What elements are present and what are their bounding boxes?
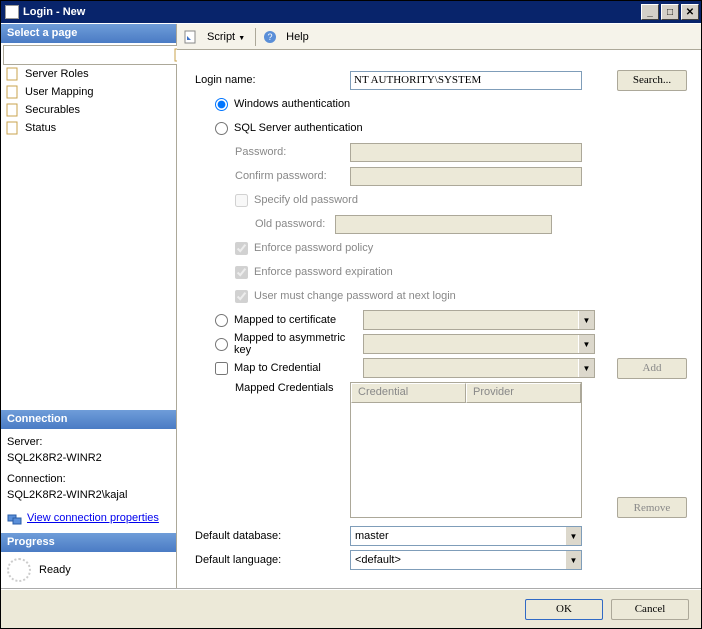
minimize-button[interactable]: _ bbox=[641, 4, 659, 20]
window-title: Login - New bbox=[23, 6, 85, 18]
login-new-window: Login - New _ □ ✕ Select a page General … bbox=[0, 0, 702, 629]
sql-auth-radio[interactable] bbox=[215, 122, 228, 135]
remove-button: Remove bbox=[617, 497, 687, 518]
windows-auth-label: Windows authentication bbox=[234, 98, 350, 110]
progress-spinner-icon bbox=[7, 558, 31, 582]
mapped-creds-label: Mapped Credentials bbox=[195, 382, 350, 394]
script-button[interactable]: Script ▼ bbox=[203, 29, 249, 45]
page-icon bbox=[5, 102, 21, 118]
connection-icon bbox=[7, 511, 23, 527]
page-icon bbox=[5, 120, 21, 136]
maximize-button[interactable]: □ bbox=[661, 4, 679, 20]
dropdown-arrow-icon: ▼ bbox=[565, 551, 581, 569]
select-page-header: Select a page bbox=[1, 24, 176, 43]
close-button[interactable]: ✕ bbox=[681, 4, 699, 20]
dropdown-arrow-icon: ▼ bbox=[578, 335, 594, 353]
specify-old-label: Specify old password bbox=[254, 194, 358, 206]
ok-button[interactable]: OK bbox=[525, 599, 603, 620]
mapped-cert-radio[interactable] bbox=[215, 314, 228, 327]
credential-column: Credential bbox=[351, 383, 466, 403]
must-change-label: User must change password at next login bbox=[254, 290, 456, 302]
enforce-policy-checkbox bbox=[235, 242, 248, 255]
svg-text:?: ? bbox=[268, 32, 273, 42]
enforce-policy-label: Enforce password policy bbox=[254, 242, 373, 254]
connection-header: Connection bbox=[1, 410, 176, 429]
titlebar[interactable]: Login - New _ □ ✕ bbox=[1, 1, 701, 23]
cert-select: ▼ bbox=[363, 310, 595, 330]
dropdown-arrow-icon: ▼ bbox=[238, 35, 245, 42]
page-icon bbox=[5, 84, 21, 100]
map-cred-label: Map to Credential bbox=[234, 362, 363, 374]
mapped-credentials-grid: CredentialProvider bbox=[350, 382, 582, 518]
progress-status: Ready bbox=[39, 564, 71, 576]
login-name-label: Login name: bbox=[195, 74, 350, 86]
mapped-asym-label: Mapped to asymmetric key bbox=[234, 332, 363, 356]
help-button[interactable]: Help bbox=[282, 29, 313, 45]
connection-label: Connection: bbox=[7, 472, 170, 487]
password-label: Password: bbox=[195, 146, 350, 158]
progress-header: Progress bbox=[1, 533, 176, 552]
default-db-select[interactable]: master▼ bbox=[350, 526, 582, 546]
help-icon: ? bbox=[262, 29, 278, 45]
sidebar-item-user-mapping[interactable]: User Mapping bbox=[3, 83, 174, 101]
sidebar: Select a page General Server Roles User … bbox=[1, 24, 177, 588]
search-button[interactable]: Search... bbox=[617, 70, 687, 91]
dropdown-arrow-icon: ▼ bbox=[578, 359, 594, 377]
view-connection-properties-link[interactable]: View connection properties bbox=[27, 511, 159, 526]
windows-auth-radio[interactable] bbox=[215, 98, 228, 111]
enforce-expiration-label: Enforce password expiration bbox=[254, 266, 393, 278]
script-icon bbox=[183, 29, 199, 45]
confirm-password-input bbox=[350, 167, 582, 186]
default-lang-label: Default language: bbox=[195, 554, 350, 566]
mapped-cert-label: Mapped to certificate bbox=[234, 314, 363, 326]
enforce-expiration-checkbox bbox=[235, 266, 248, 279]
map-cred-checkbox[interactable] bbox=[215, 362, 228, 375]
add-button: Add bbox=[617, 358, 687, 379]
old-password-input bbox=[335, 215, 552, 234]
dialog-buttons: OK Cancel bbox=[1, 588, 701, 628]
password-input bbox=[350, 143, 582, 162]
asym-select: ▼ bbox=[363, 334, 595, 354]
cancel-button[interactable]: Cancel bbox=[611, 599, 689, 620]
default-lang-select[interactable]: <default>▼ bbox=[350, 550, 582, 570]
sidebar-item-securables[interactable]: Securables bbox=[3, 101, 174, 119]
window-icon bbox=[5, 5, 19, 19]
server-label: Server: bbox=[7, 435, 170, 450]
mapped-asym-radio[interactable] bbox=[215, 338, 228, 351]
sidebar-item-status[interactable]: Status bbox=[3, 119, 174, 137]
sidebar-item-server-roles[interactable]: Server Roles bbox=[3, 65, 174, 83]
provider-column: Provider bbox=[466, 383, 581, 403]
default-db-label: Default database: bbox=[195, 530, 350, 542]
toolbar: Script ▼ ? Help bbox=[177, 24, 701, 50]
old-password-label: Old password: bbox=[195, 218, 335, 230]
dropdown-arrow-icon: ▼ bbox=[565, 527, 581, 545]
page-icon bbox=[5, 66, 21, 82]
connection-value: SQL2K8R2-WINR2\kajal bbox=[7, 488, 170, 503]
must-change-checkbox bbox=[235, 290, 248, 303]
confirm-password-label: Confirm password: bbox=[195, 170, 350, 182]
sql-auth-label: SQL Server authentication bbox=[234, 122, 363, 134]
dropdown-arrow-icon: ▼ bbox=[578, 311, 594, 329]
server-value: SQL2K8R2-WINR2 bbox=[7, 451, 170, 466]
login-name-input[interactable] bbox=[350, 71, 582, 90]
specify-old-checkbox bbox=[235, 194, 248, 207]
connection-info: Server: SQL2K8R2-WINR2 Connection: SQL2K… bbox=[1, 429, 176, 533]
cred-select: ▼ bbox=[363, 358, 595, 378]
